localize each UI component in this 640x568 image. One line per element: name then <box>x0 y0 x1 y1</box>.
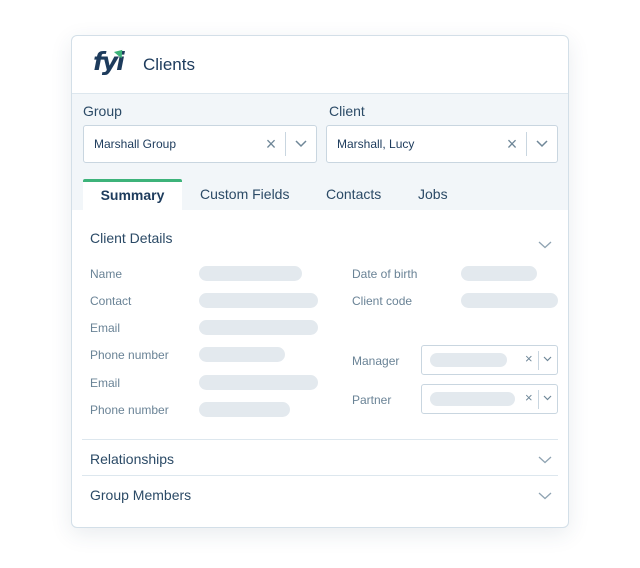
field-label-client-code: Client code <box>352 294 413 308</box>
clear-icon[interactable]: × <box>498 134 526 155</box>
client-details-title: Client Details <box>90 230 173 246</box>
field-label-phone-2: Phone number <box>90 403 169 417</box>
client-label: Client <box>329 103 365 119</box>
tab-bar: Summary Custom Fields Contacts Jobs <box>72 179 568 210</box>
chevron-down-icon[interactable] <box>527 140 557 148</box>
field-label-date-of-birth: Date of birth <box>352 267 418 281</box>
group-members-section[interactable]: Group Members <box>90 487 191 503</box>
card-header: fyi Clients <box>72 36 568 94</box>
value-placeholder <box>199 320 318 335</box>
value-placeholder <box>199 266 302 281</box>
client-select-value: Marshall, Lucy <box>337 137 415 151</box>
chevron-down-icon[interactable] <box>543 356 552 362</box>
section-divider <box>82 475 558 476</box>
select-separator <box>538 390 539 409</box>
field-label-name: Name <box>90 267 123 281</box>
field-label-email: Email <box>90 321 121 335</box>
chevron-down-icon[interactable] <box>538 492 552 500</box>
tab-contacts[interactable]: Contacts <box>326 179 381 210</box>
select-separator <box>538 351 539 370</box>
value-placeholder <box>461 293 558 308</box>
tab-custom-fields[interactable]: Custom Fields <box>200 179 289 210</box>
value-placeholder <box>199 347 285 362</box>
group-select[interactable]: Marshall Group × <box>83 125 317 163</box>
filter-bar: Group Marshall Group × Client Marshall, … <box>72 94 568 210</box>
value-placeholder <box>199 293 318 308</box>
relationships-section[interactable]: Relationships <box>90 451 174 467</box>
value-placeholder <box>199 402 290 417</box>
clear-icon[interactable]: × <box>525 390 533 405</box>
tab-summary[interactable]: Summary <box>83 179 182 210</box>
chevron-down-icon[interactable] <box>286 140 316 148</box>
field-label-manager: Manager <box>352 354 400 368</box>
chevron-down-icon[interactable] <box>538 456 552 464</box>
chevron-down-icon[interactable] <box>543 395 552 401</box>
chevron-down-icon[interactable] <box>538 241 552 249</box>
tab-jobs[interactable]: Jobs <box>418 179 448 210</box>
value-placeholder <box>430 392 515 406</box>
field-label-partner: Partner <box>352 393 392 407</box>
value-placeholder <box>430 353 507 367</box>
value-placeholder <box>199 375 318 390</box>
page-title: Clients <box>143 54 195 74</box>
field-label-phone: Phone number <box>90 348 169 362</box>
field-label-email-2: Email <box>90 376 121 390</box>
field-label-contact: Contact <box>90 294 132 308</box>
clients-card: fyi Clients Group Marshall Group × Clien… <box>71 35 569 528</box>
clear-icon[interactable]: × <box>525 351 533 366</box>
value-placeholder <box>461 266 537 281</box>
fyi-logo: fyi <box>92 46 127 81</box>
partner-select[interactable]: × <box>421 384 558 414</box>
manager-select[interactable]: × <box>421 345 558 375</box>
clear-icon[interactable]: × <box>257 134 285 155</box>
group-select-value: Marshall Group <box>94 137 177 151</box>
group-label: Group <box>83 103 122 119</box>
client-select[interactable]: Marshall, Lucy × <box>326 125 558 163</box>
section-divider <box>82 439 558 440</box>
